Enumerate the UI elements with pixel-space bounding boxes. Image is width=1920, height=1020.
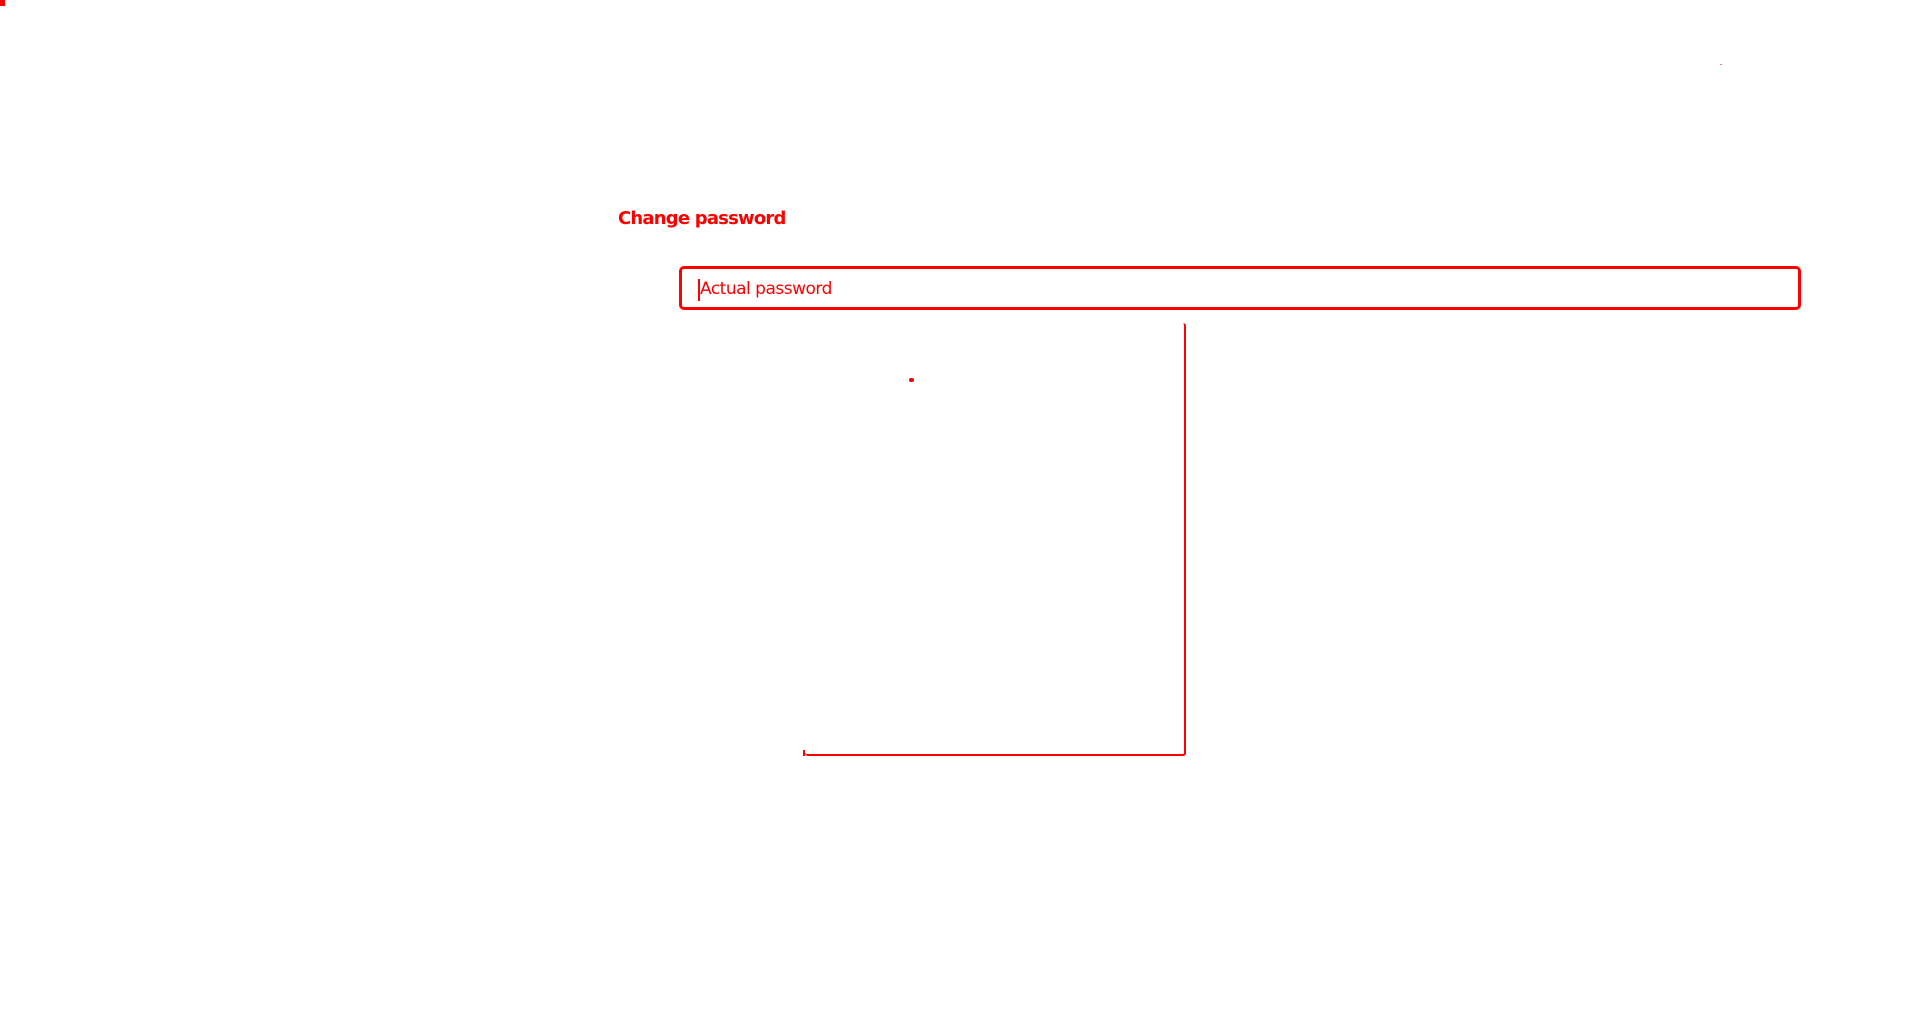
actual-password-placeholder: Actual password xyxy=(700,279,832,299)
autocomplete-dropdown[interactable] xyxy=(803,323,1186,756)
window-artifact xyxy=(1720,64,1722,65)
change-password-title: Change password xyxy=(618,208,786,229)
dropdown-dot xyxy=(909,378,914,382)
corner-marker xyxy=(0,0,5,6)
actual-password-field[interactable]: Actual password xyxy=(679,266,1801,310)
